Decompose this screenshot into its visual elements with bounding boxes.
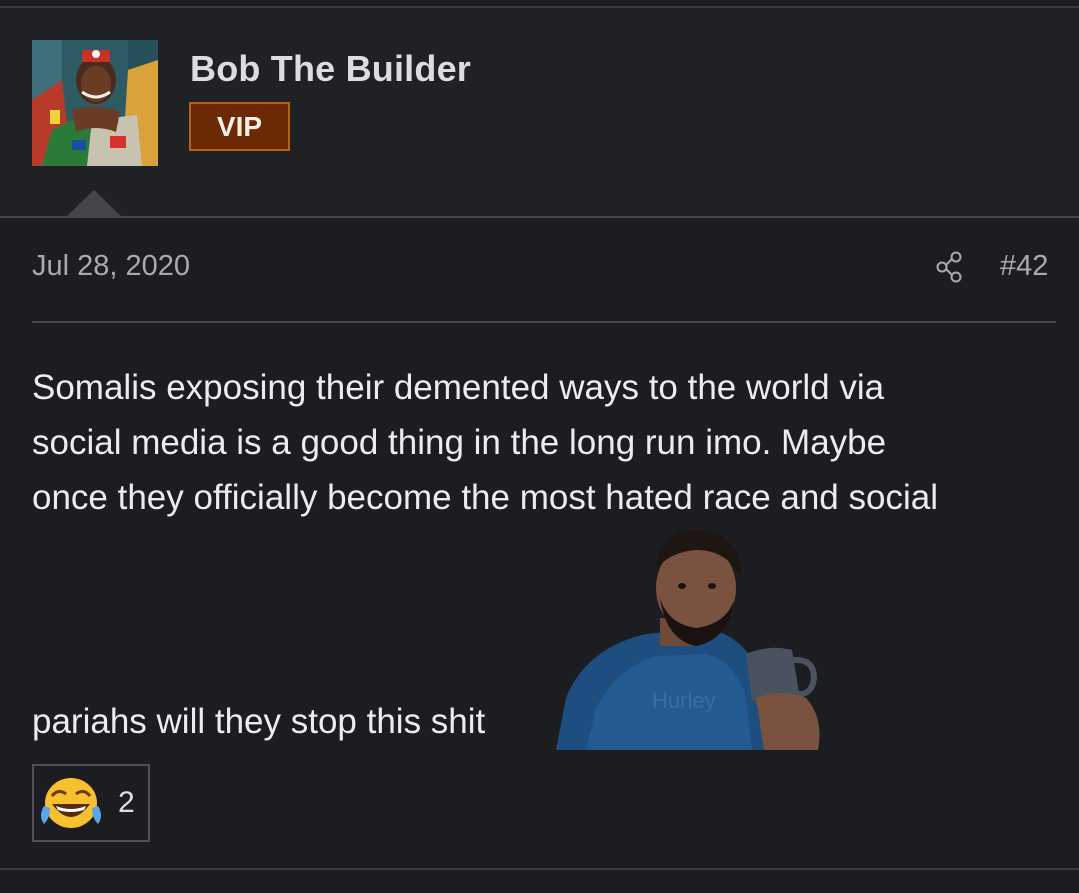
author-name[interactable]: Bob The Builder [190,48,471,90]
user-badge: VIP [189,102,290,151]
avatar-image [32,40,158,166]
reaction-count: 2 [118,786,135,819]
meta-divider [32,321,1056,323]
reaction-summary[interactable]: 2 [32,764,150,842]
post-body-line: Somalis exposing their demented ways to … [32,368,885,407]
post-date[interactable]: Jul 28, 2020 [32,250,190,283]
next-post-area [0,870,1079,893]
header-pointer-arrow [66,190,122,217]
post-user-header [0,8,1079,216]
post-body-line: social media is a good thing in the long… [32,423,887,462]
header-divider [0,216,1079,218]
post-body-last-line: pariahs will they stop this shit [32,702,486,741]
post-body-line: once they officially become the most hat… [32,478,938,517]
share-icon[interactable] [934,251,966,283]
post-number-link[interactable]: #42 [1000,250,1048,283]
avatar[interactable] [32,40,158,166]
face-with-tears-of-joy-icon [41,778,101,828]
shirt-logo: Hurley [652,688,716,713]
inline-meme-image: Hurley [556,528,830,750]
post-body: Somalis exposing their demented ways to … [32,360,1062,525]
